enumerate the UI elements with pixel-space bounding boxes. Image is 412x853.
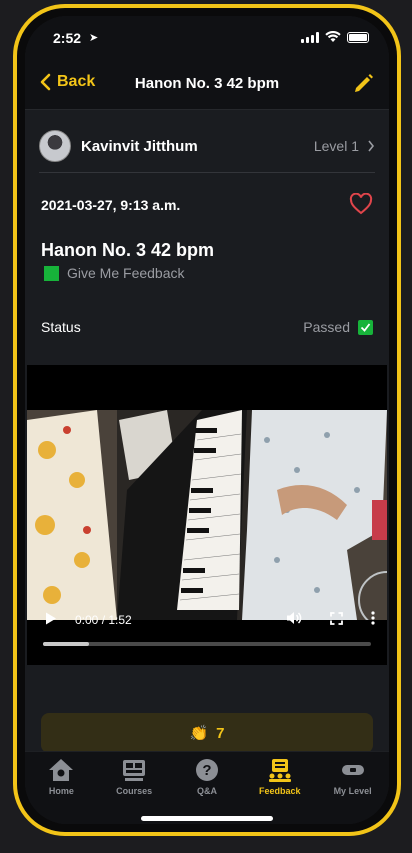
user-name: Kavinvit Jitthum [81,137,198,155]
tab-my-level[interactable]: My Level [320,758,386,824]
signal-icon [301,31,319,43]
avatar [39,130,71,162]
entry-date: 2021-03-27, 9:13 a.m. [41,197,181,213]
chevron-right-icon [368,140,375,152]
entry-title: Hanon No. 3 42 bpm [41,240,215,260]
tab-courses[interactable]: Courses [101,758,167,824]
home-icon [49,759,74,781]
svg-text:?: ? [202,762,211,779]
home-indicator [141,816,273,821]
level-label: Level 1 [313,138,359,154]
video-icons [286,611,375,625]
location-arrow-icon: ➤ [89,32,99,44]
courses-icon [123,760,146,781]
tab-feedback[interactable]: Feedback [247,758,313,824]
pencil-icon [355,74,373,92]
clap-icon: 👏 [189,725,209,742]
tab-qa[interactable]: ? Q&A [174,758,240,824]
video-frame [27,410,387,620]
question-icon: ? [195,759,218,781]
clap-button[interactable]: 👏 7 [41,713,373,753]
video-time: 0:00 / 1:52 [75,613,132,627]
status-time: 2:52 [53,30,82,46]
check-icon [358,319,373,335]
wifi-icon [325,31,341,42]
status-text: Passed [303,319,350,335]
feedback-tag-label: Give Me Feedback [67,265,185,281]
tab-label: Home [48,786,74,796]
status-value: Passed [303,319,373,335]
page-title: Hanon No. 3 42 bpm [134,75,280,92]
video-thumbnail [27,410,387,620]
nav-bar: Back Hanon No. 3 42 bpm [25,60,389,110]
volume-icon[interactable] [286,611,302,625]
fullscreen-icon[interactable] [330,611,343,625]
divider [39,172,375,173]
tab-home[interactable]: Home [28,758,94,824]
more-vertical-icon[interactable] [371,611,375,625]
feedback-icon [268,759,291,782]
clap-count: 7 [216,724,225,742]
video-progress-bar[interactable] [43,642,371,646]
play-icon[interactable] [45,612,57,625]
tab-label: Feedback [259,786,301,796]
level-icon [341,765,364,775]
green-square-icon [44,265,59,281]
tab-label: Courses [116,786,153,796]
phone-frame: 2:52 ➤ Back Hanon No. 3 42 bpm Kavinvit … [13,4,401,836]
edit-button[interactable] [353,72,375,99]
video-controls: 0:00 / 1:52 [27,608,387,668]
favorite-button[interactable] [349,192,373,220]
screen: 2:52 ➤ Back Hanon No. 3 42 bpm Kavinvit … [25,16,389,824]
status-bar: 2:52 ➤ [25,16,389,60]
tab-bar: Home Courses ? Q&A Feedback My Level [25,751,389,824]
tab-label: Q&A [196,786,217,796]
status-label: Status [41,319,81,335]
status-icons [301,31,369,43]
video-player[interactable]: 0:00 / 1:52 [27,365,387,665]
level-link[interactable]: Level 1 [314,138,375,154]
heart-icon [349,192,373,215]
video-progress-fill [43,642,89,646]
battery-icon [347,31,369,43]
status-row: Status Passed [41,319,373,335]
feedback-tag: Give Me Feedback [44,265,185,281]
tab-label: My Level [333,786,372,796]
user-row[interactable]: Kavinvit Jitthum Level 1 [39,128,375,164]
